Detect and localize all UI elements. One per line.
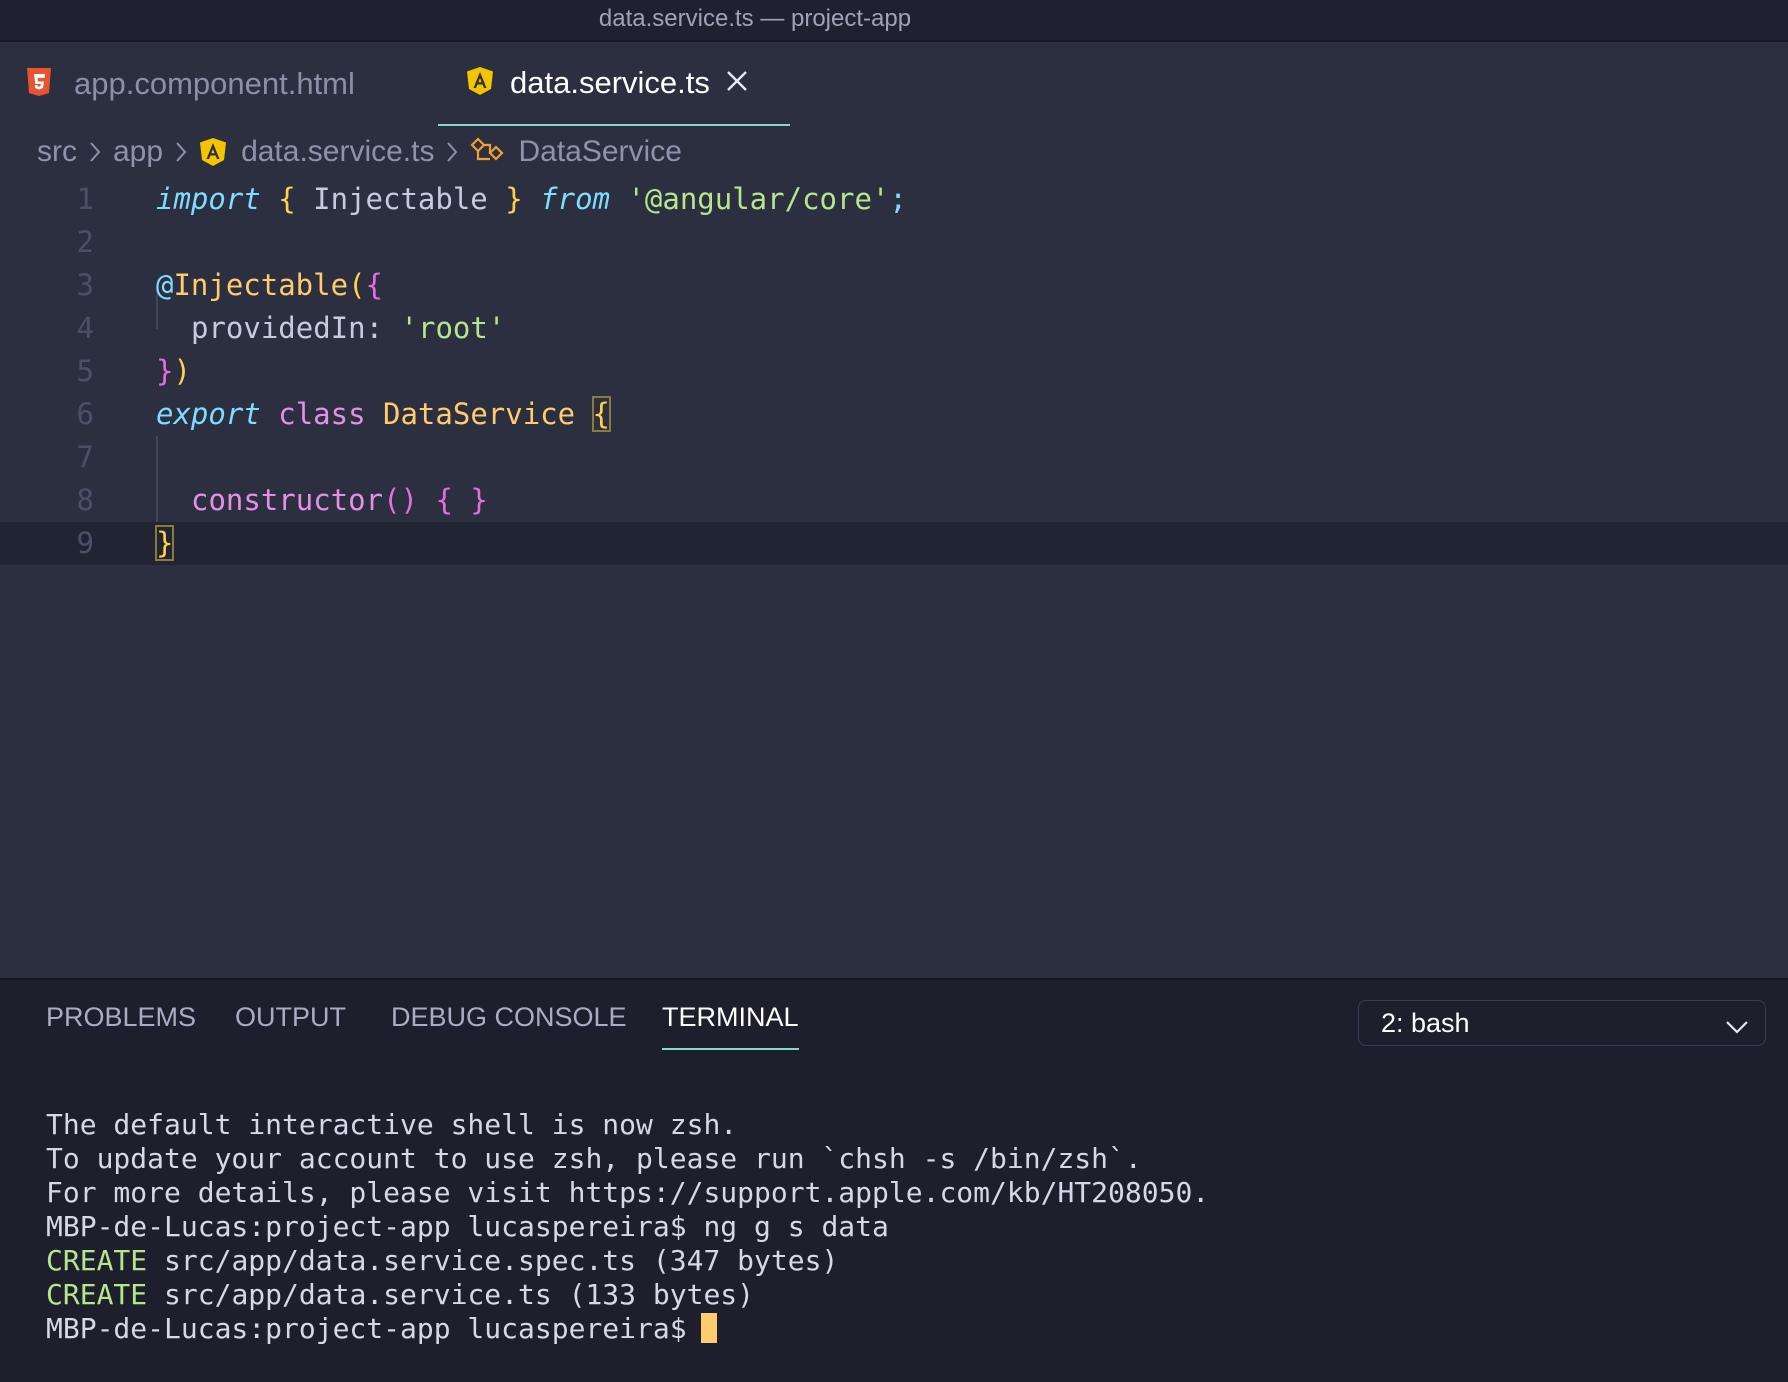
- tab-debug-console[interactable]: DEBUG CONSOLE: [391, 1002, 627, 1050]
- window-titlebar: data.service.ts — project-app: [0, 0, 1788, 42]
- terminal-select-value: 2: bash: [1381, 1007, 1470, 1038]
- tab-label: app.component.html: [74, 66, 355, 101]
- code-line: 7: [0, 436, 1788, 479]
- line-number: 4: [76, 311, 94, 345]
- breadcrumb-item-class[interactable]: DataService: [518, 135, 681, 169]
- tab-data-service-ts[interactable]: data.service.ts: [438, 42, 790, 126]
- code-line: 8 constructor() { }: [0, 479, 1788, 522]
- tab-app-component-html[interactable]: app.component.html: [26, 42, 355, 126]
- create-tag: CREATE: [46, 1278, 148, 1311]
- line-number: 3: [76, 268, 94, 302]
- code-text: import { Injectable } from '@angular/cor…: [156, 182, 907, 216]
- code-text: providedIn: 'root': [191, 311, 506, 345]
- tab-terminal[interactable]: TERMINAL: [662, 1002, 799, 1050]
- line-number: 8: [76, 483, 94, 517]
- tab-output[interactable]: OUTPUT: [235, 1002, 346, 1050]
- breadcrumb-item-src[interactable]: src: [37, 135, 77, 169]
- terminal-line: CREATE src/app/data.service.spec.ts (347…: [46, 1244, 839, 1277]
- bottom-panel: PROBLEMS OUTPUT DEBUG CONSOLE TERMINAL 2…: [0, 978, 1788, 1382]
- terminal-line: CREATE src/app/data.service.ts (133 byte…: [46, 1278, 755, 1311]
- code-line: 6 export class DataService {: [0, 393, 1788, 436]
- tab-problems[interactable]: PROBLEMS: [46, 1002, 196, 1050]
- tab-label: data.service.ts: [510, 65, 710, 100]
- class-symbol-icon: [470, 137, 505, 167]
- terminal-output[interactable]: The default interactive shell is now zsh…: [46, 1108, 1209, 1346]
- code-text: @Injectable({: [156, 268, 384, 302]
- breadcrumb-item-file[interactable]: data.service.ts: [241, 135, 434, 169]
- code-text: }): [156, 354, 191, 388]
- code-line: 3 @Injectable({: [0, 264, 1788, 307]
- terminal-line: The default interactive shell is now zsh…: [46, 1108, 738, 1141]
- terminal-prompt-line: MBP-de-Lucas:project-app lucaspereira$: [46, 1312, 1209, 1346]
- window-title: data.service.ts — project-app: [598, 5, 912, 32]
- terminal-line: To update your account to use zsh, pleas…: [46, 1142, 1142, 1175]
- chevron-right-icon: [89, 141, 101, 163]
- breadcrumb-item-app[interactable]: app: [113, 135, 163, 169]
- code-line: 4 providedIn: 'root': [0, 307, 1788, 350]
- line-number: 1: [76, 182, 94, 216]
- terminal-cursor: [700, 1313, 717, 1343]
- close-icon[interactable]: [726, 66, 748, 100]
- chevron-down-icon: [1725, 1011, 1749, 1042]
- angular-icon: [466, 66, 494, 101]
- code-editor[interactable]: 1 import { Injectable } from '@angular/c…: [0, 178, 1788, 978]
- terminal-select[interactable]: 2: bash: [1358, 1000, 1766, 1046]
- editor-tab-bar: app.component.html data.service.ts: [0, 42, 1788, 126]
- terminal-line: For more details, please visit https://s…: [46, 1176, 1210, 1209]
- line-number: 6: [76, 397, 94, 431]
- code-line: 2: [0, 221, 1788, 264]
- code-text: constructor() { }: [191, 483, 488, 517]
- code-line: 1 import { Injectable } from '@angular/c…: [0, 178, 1788, 221]
- code-text: }: [154, 525, 175, 561]
- create-tag: CREATE: [46, 1244, 148, 1277]
- angular-icon: [199, 137, 227, 167]
- line-number: 5: [76, 354, 94, 388]
- terminal-prompt: MBP-de-Lucas:project-app lucaspereira$: [46, 1312, 687, 1345]
- code-line-current: 9 }: [0, 522, 1788, 565]
- html5-icon: [26, 67, 52, 102]
- breadcrumb: src app data.service.ts DataService: [37, 130, 682, 174]
- chevron-right-icon: [175, 141, 187, 163]
- chevron-right-icon: [446, 141, 458, 163]
- line-number: 9: [76, 526, 94, 560]
- code-line: 5 }): [0, 350, 1788, 393]
- terminal-line: MBP-de-Lucas:project-app lucaspereira$ n…: [46, 1210, 889, 1243]
- code-text: export class DataService {: [156, 396, 612, 432]
- line-number: 2: [76, 225, 94, 259]
- line-number: 7: [76, 440, 94, 474]
